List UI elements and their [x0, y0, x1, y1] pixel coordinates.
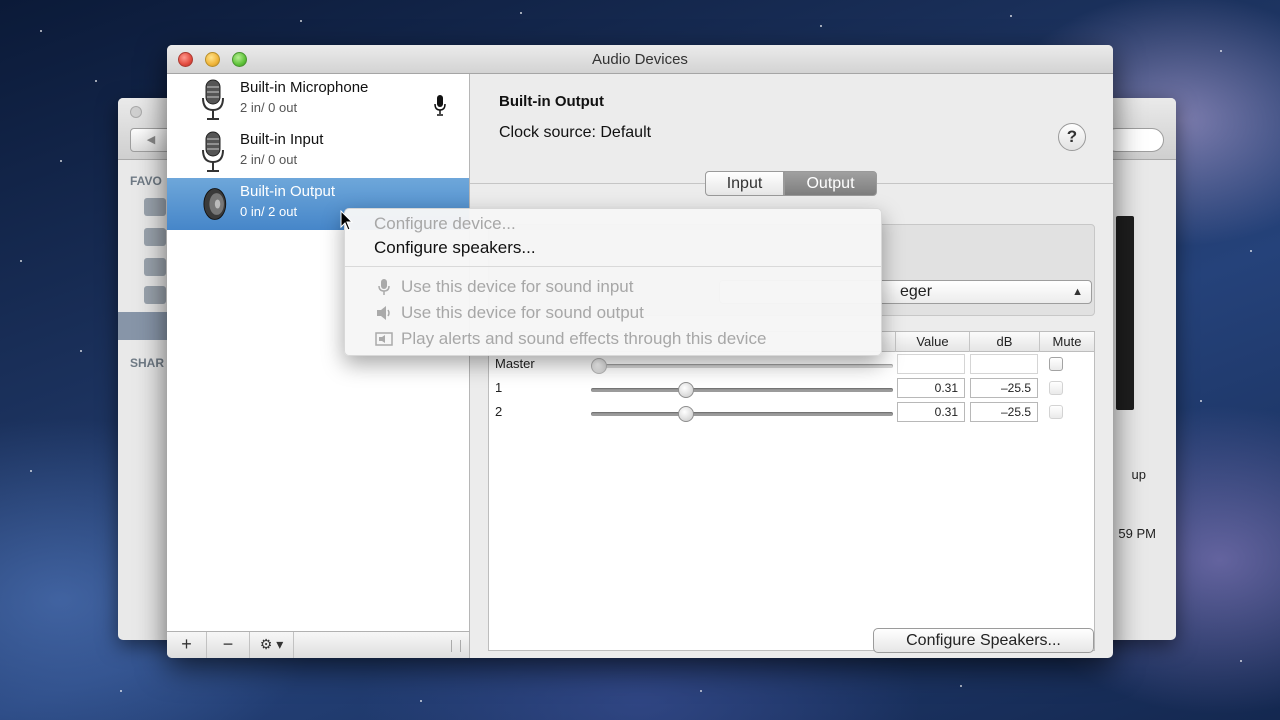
microphone-icon — [202, 131, 224, 172]
sidebar-favorites-label: FAVO — [130, 174, 162, 188]
window-title: Audio Devices — [592, 51, 688, 68]
popup-arrows-icon: ▲ — [1072, 286, 1083, 298]
star — [95, 80, 97, 82]
sidebar-item-icon[interactable] — [144, 258, 166, 276]
gear-menu-button[interactable]: ⚙ ▾ — [250, 632, 294, 658]
menu-separator — [345, 266, 881, 267]
channel-1-volume-slider-track[interactable] — [591, 388, 893, 392]
row-label-master: Master — [495, 356, 535, 371]
background-search-field[interactable] — [1104, 128, 1164, 152]
tab-output[interactable]: Output — [784, 171, 877, 196]
sidebar-item-icon[interactable] — [144, 286, 166, 304]
channel-1-volume-slider-knob[interactable] — [678, 382, 694, 398]
master-volume-slider-knob[interactable] — [591, 358, 607, 374]
menu-item-use-for-sound-input[interactable]: Use this device for sound input — [401, 277, 633, 297]
channel-1-value-field[interactable]: 0.31 — [897, 378, 965, 398]
background-preview-image — [1116, 216, 1134, 410]
star — [1200, 400, 1202, 402]
star — [1250, 250, 1252, 252]
star — [30, 470, 32, 472]
star — [20, 260, 22, 262]
master-value-field[interactable] — [897, 354, 965, 374]
sidebar-shared-label: SHAR — [130, 356, 165, 370]
device-row-built-in-input[interactable]: Built-in Input 2 in/ 0 out — [167, 126, 469, 178]
add-device-button[interactable]: + — [167, 632, 207, 658]
master-db-field[interactable] — [970, 354, 1038, 374]
channel-1-db-field[interactable]: –25.5 — [970, 378, 1038, 398]
star — [520, 12, 522, 14]
mouse-cursor-icon — [340, 210, 354, 231]
row-label-channel-2: 2 — [495, 404, 503, 419]
row-label-channel-1: 1 — [495, 380, 503, 395]
alert-icon — [375, 332, 393, 346]
star — [820, 25, 822, 27]
sidebar-item-icon[interactable] — [144, 198, 166, 216]
microphone-icon — [202, 79, 224, 120]
default-input-microphone-icon — [434, 95, 446, 116]
channel-2-db-field[interactable]: –25.5 — [970, 402, 1038, 422]
background-close-button[interactable] — [130, 106, 142, 118]
background-info-text: up — [1131, 467, 1146, 482]
channel-2-value-field[interactable]: 0.31 — [897, 402, 965, 422]
star — [80, 350, 82, 352]
star — [1220, 50, 1222, 52]
star — [300, 20, 302, 22]
device-context-menu: Configure device... Configure speakers..… — [344, 208, 882, 356]
device-detail-panel: Built-in Output Clock source: Default ? … — [470, 74, 1113, 658]
device-io: 2 in/ 0 out — [240, 100, 298, 115]
menu-item-play-alerts[interactable]: Play alerts and sound effects through th… — [401, 329, 766, 349]
master-mute-checkbox[interactable] — [1049, 357, 1063, 371]
star — [420, 700, 422, 702]
menu-item-configure-device[interactable]: Configure device... — [374, 214, 516, 234]
format-popup-value: eger — [900, 283, 933, 300]
menu-item-configure-speakers[interactable]: Configure speakers... — [374, 238, 536, 258]
titlebar[interactable]: Audio Devices — [167, 45, 1113, 74]
star — [40, 30, 42, 32]
sidebar-item-icon[interactable] — [144, 228, 166, 246]
channel-2-volume-slider-track[interactable] — [591, 412, 893, 416]
tab-input[interactable]: Input — [705, 171, 784, 196]
back-nav-button[interactable]: ◀ — [130, 128, 172, 152]
configure-speakers-button[interactable]: Configure Speakers... — [873, 628, 1094, 653]
volume-table: Value dB Mute Master 1 0.31 –25.5 2 0.31… — [488, 331, 1095, 651]
device-name: Built-in Input — [240, 131, 324, 148]
master-volume-slider-track[interactable] — [591, 364, 893, 368]
star — [120, 690, 122, 692]
channel-2-mute-checkbox[interactable] — [1049, 405, 1063, 419]
value-column-header: Value — [916, 334, 949, 349]
microphone-icon — [378, 279, 390, 295]
device-list-toolbar: + − ⚙ ▾ — [167, 631, 470, 658]
remove-device-button[interactable]: − — [207, 632, 250, 658]
device-title: Built-in Output — [499, 93, 604, 110]
device-io: 0 in/ 2 out — [240, 204, 298, 219]
star — [60, 160, 62, 162]
device-name: Built-in Microphone — [240, 79, 369, 96]
menu-item-use-for-sound-output[interactable]: Use this device for sound output — [401, 303, 644, 323]
star — [960, 685, 962, 687]
device-name: Built-in Output — [240, 183, 336, 200]
star — [700, 690, 702, 692]
background-info-time: 59 PM — [1118, 526, 1156, 541]
mute-column-header: Mute — [1052, 334, 1082, 349]
device-io: 2 in/ 0 out — [240, 152, 298, 167]
device-row-built-in-microphone[interactable]: Built-in Microphone 2 in/ 0 out — [167, 74, 469, 126]
clock-source-label: Clock source: Default — [499, 124, 652, 141]
channel-2-volume-slider-knob[interactable] — [678, 406, 694, 422]
sidebar-item-applications[interactable] — [118, 312, 170, 340]
resize-handle[interactable] — [451, 640, 461, 652]
star — [1240, 660, 1242, 662]
help-button[interactable]: ? — [1058, 123, 1086, 151]
speaker-icon — [203, 188, 227, 220]
speaker-icon — [377, 306, 390, 320]
channel-1-mute-checkbox[interactable] — [1049, 381, 1063, 395]
db-column-header: dB — [996, 334, 1013, 349]
star — [1010, 15, 1012, 17]
